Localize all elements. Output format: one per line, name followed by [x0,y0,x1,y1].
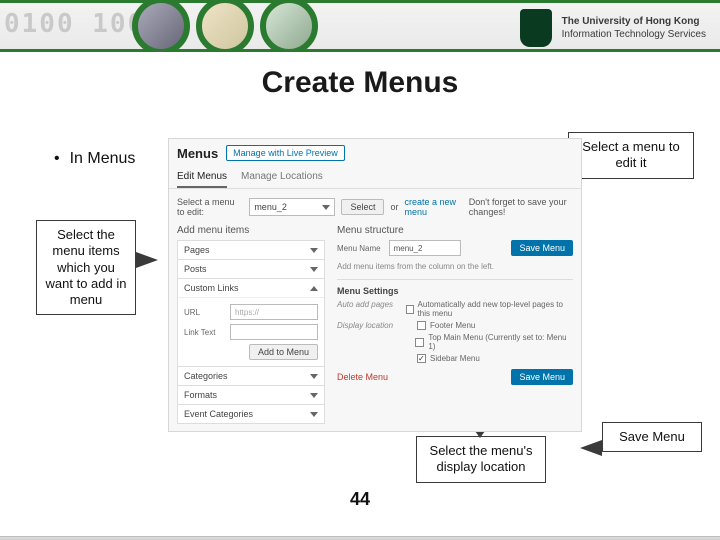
org-dept: Information Technology Services [562,28,706,41]
loc-top-checkbox[interactable] [415,338,424,347]
wp-menus-panel: Menus Manage with Live Preview Edit Menu… [168,138,582,432]
linktext-label: Link Text [184,328,224,337]
chevron-down-icon [310,393,318,398]
footer-rule [0,536,720,540]
header-circle [196,0,254,52]
callout-save-menu: Save Menu [602,422,702,452]
acc-formats[interactable]: Formats [178,386,324,404]
select-button[interactable]: Select [341,199,384,215]
auto-add-checkbox[interactable] [406,305,414,314]
header-images [132,0,318,52]
chevron-down-icon [310,412,318,417]
menu-select-value: menu_2 [254,202,287,212]
org-name: The University of Hong Kong [562,15,706,28]
select-menu-label: Select a menu to edit: [177,197,243,217]
wp-page-title: Menus [177,146,218,161]
acc-event-categories[interactable]: Event Categories [178,405,324,423]
chevron-down-icon [310,267,318,272]
display-location-label: Display location [337,321,417,330]
save-menu-button[interactable]: Save Menu [511,240,573,256]
linktext-input[interactable] [230,324,318,340]
menu-select[interactable]: menu_2 [249,198,335,216]
save-menu-button-bottom[interactable]: Save Menu [511,369,573,385]
callout-pointer [136,252,158,268]
header-circle [132,0,190,52]
live-preview-button[interactable]: Manage with Live Preview [226,145,345,161]
slide-body: In Menus Select a menu to edit it Select… [0,100,720,520]
callout-select-items: Select the menu items which you want to … [36,220,136,315]
or-text: or [390,202,398,212]
url-label: URL [184,308,224,317]
chevron-down-icon [310,248,318,253]
callout-select-menu: Select a menu to edit it [568,132,694,179]
tab-edit-menus[interactable]: Edit Menus [177,167,227,188]
slide-header: 0100 10001 The University of Hong Kong I… [0,0,720,52]
page-number: 44 [0,489,720,510]
chevron-down-icon [310,374,318,379]
structure-hint: Add menu items from the column on the le… [337,262,573,271]
delete-menu-link[interactable]: Delete Menu [337,366,388,388]
auto-add-label: Auto add pages [337,300,406,318]
wp-tabs: Edit Menus Manage Locations [169,167,581,189]
url-input[interactable]: https:// [230,304,318,320]
loc-footer-checkbox[interactable] [417,321,426,330]
save-hint: Don't forget to save your changes! [469,197,573,217]
tab-manage-locations[interactable]: Manage Locations [241,167,323,188]
shield-icon [520,9,552,47]
acc-pages[interactable]: Pages [178,241,324,259]
menu-name-label: Menu Name [337,244,381,253]
create-menu-link[interactable]: create a new menu [405,197,463,217]
acc-categories[interactable]: Categories [178,367,324,385]
menu-name-input[interactable]: menu_2 [389,240,461,256]
callout-pointer [580,440,602,456]
header-circle [260,0,318,52]
chevron-down-icon [322,205,330,210]
chevron-up-icon [310,286,318,291]
menu-settings-heading: Menu Settings [337,286,573,296]
structure-heading: Menu structure [337,225,573,236]
org-logo: The University of Hong Kong Information … [520,9,706,47]
callout-display-location: Select the menu's display location [416,436,546,483]
acc-custom-links[interactable]: Custom Links [178,279,324,297]
slide-title: Create Menus [0,66,720,100]
bullet-in-menus: In Menus [54,150,135,168]
acc-posts[interactable]: Posts [178,260,324,278]
add-to-menu-button[interactable]: Add to Menu [249,344,318,360]
add-items-heading: Add menu items [177,225,325,236]
loc-sidebar-checkbox[interactable] [417,354,426,363]
